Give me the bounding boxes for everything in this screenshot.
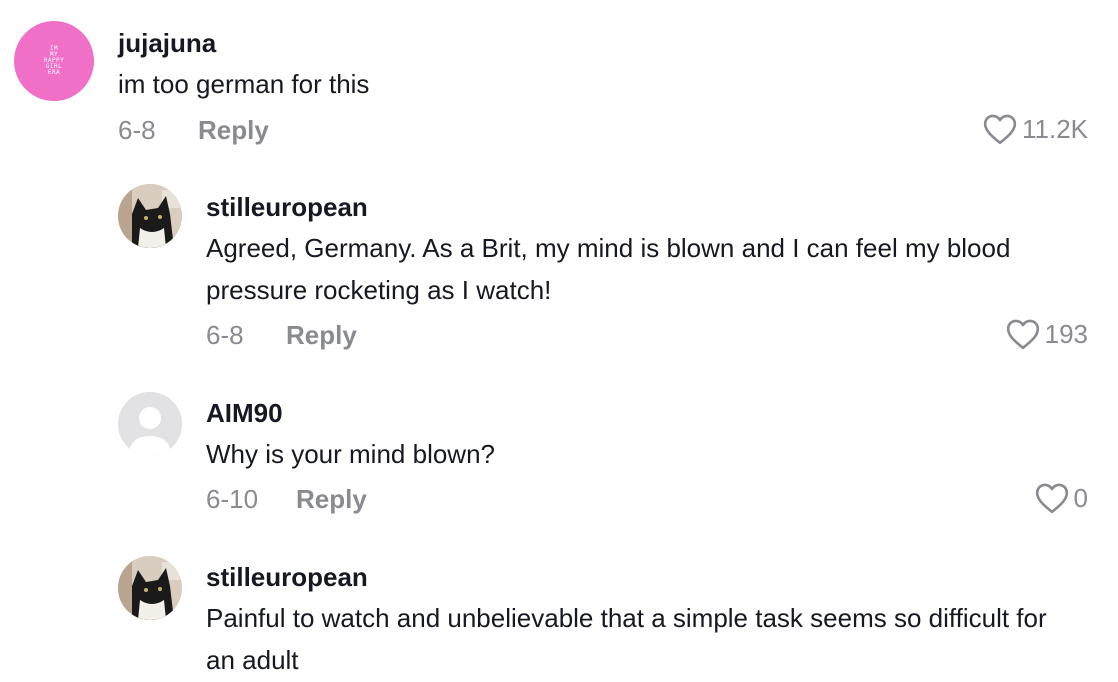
avatar-lettering: IM MY HAPPY GIRL ERA — [43, 45, 65, 76]
avatar[interactable] — [118, 556, 182, 620]
comment-username[interactable]: stilleuropean — [206, 562, 368, 593]
comment-item: IM MY HAPPY GIRL ERA jujajuna im too ger… — [0, 0, 1118, 170]
comment-username[interactable]: AIM90 — [206, 398, 283, 429]
comment-date: 6-10 — [206, 484, 259, 514]
like-button[interactable]: 11.2K — [982, 113, 1088, 145]
comment-username[interactable]: jujajuna — [118, 28, 216, 59]
comment-username[interactable]: stilleuropean — [206, 192, 368, 223]
comment-text: Painful to watch and unbelievable that a… — [206, 603, 1047, 675]
reply-item: stilleuropean Agreed, Germany. As a Brit… — [0, 170, 1118, 380]
comment-text: Why is your mind blown? — [206, 439, 495, 469]
reply-item: AIM90 Why is your mind blown? 6-10 Reply… — [0, 380, 1118, 550]
like-button[interactable]: 0 — [1034, 482, 1088, 514]
comment-text: Agreed, Germany. As a Brit, my mind is b… — [206, 233, 1011, 305]
avatar[interactable] — [118, 184, 182, 248]
like-button[interactable]: 193 — [1005, 318, 1088, 350]
avatar[interactable]: IM MY HAPPY GIRL ERA — [14, 21, 94, 101]
default-user-icon — [118, 392, 182, 456]
reply-button[interactable]: Reply — [296, 484, 367, 515]
reply-button[interactable]: Reply — [286, 320, 357, 351]
like-count: 0 — [1073, 482, 1088, 513]
comment-text: im too german for this — [118, 69, 370, 99]
avatar[interactable] — [118, 392, 182, 456]
like-count: 11.2K — [1021, 113, 1088, 144]
heart-outline-icon — [1006, 319, 1039, 350]
cat-avatar-image — [118, 556, 182, 620]
reply-button[interactable]: Reply — [198, 115, 269, 146]
like-count: 193 — [1044, 318, 1088, 349]
reply-item: stilleuropean Painful to watch and unbel… — [0, 550, 1118, 682]
comment-date: 6-8 — [206, 320, 244, 350]
heart-outline-icon — [1035, 483, 1068, 514]
cat-avatar-image — [118, 184, 182, 248]
heart-outline-icon — [983, 114, 1017, 145]
comment-date: 6-8 — [118, 115, 156, 145]
